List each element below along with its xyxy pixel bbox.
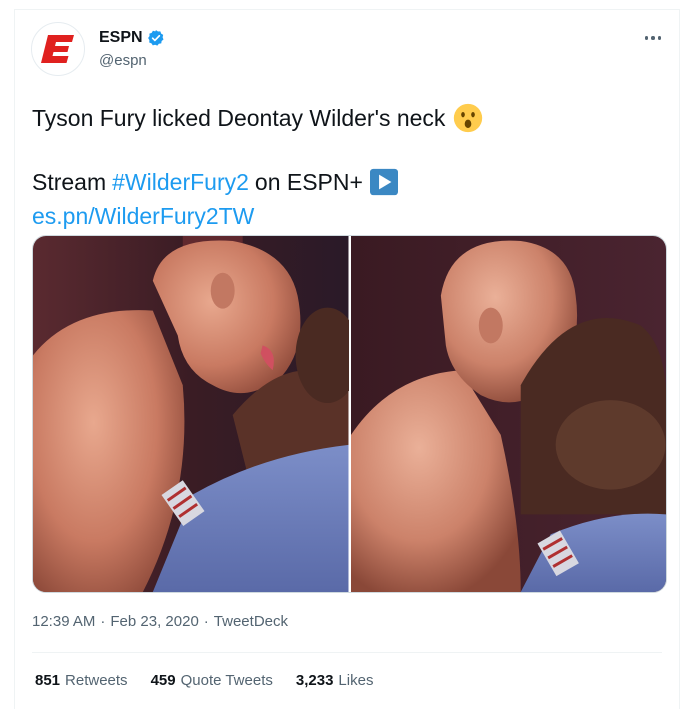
- quote-tweets-count: 459: [150, 672, 176, 689]
- quote-tweets-label: Quote Tweets: [180, 672, 273, 689]
- tweet-metadata: 12:39 AM · Feb 23, 2020 · TweetDeck: [32, 613, 288, 630]
- platform-text: on ESPN+: [254, 169, 363, 195]
- likes-label: Likes: [338, 672, 374, 689]
- verified-badge-icon: [147, 30, 164, 46]
- tweet-text-line-1: Tyson Fury licked Deontay Wilder's neck: [32, 102, 483, 134]
- play-button-emoji-icon: [369, 168, 398, 196]
- tweet-time[interactable]: 12:39 AM: [32, 613, 95, 630]
- media-grid: [32, 235, 667, 593]
- meta-separator: ·: [100, 613, 106, 630]
- more-options-button[interactable]: [641, 28, 665, 48]
- avatar[interactable]: [31, 22, 85, 76]
- tweet-text-line-3: es.pn/WilderFury2TW: [32, 200, 254, 232]
- stream-text: Stream: [32, 169, 107, 195]
- more-dot-icon: [657, 36, 662, 40]
- author-name-row: ESPN: [99, 29, 165, 47]
- more-dot-icon: [644, 36, 649, 40]
- photo-2-image: [350, 236, 666, 592]
- divider: [32, 652, 662, 653]
- quote-tweets-stat[interactable]: 459 Quote Tweets: [151, 672, 273, 689]
- more-dot-icon: [651, 36, 655, 40]
- tweet-source[interactable]: TweetDeck: [214, 613, 288, 630]
- retweets-stat[interactable]: 851 Retweets: [35, 672, 128, 689]
- tweet-date[interactable]: Feb 23, 2020: [110, 613, 198, 630]
- photo-1-image: [33, 236, 349, 592]
- author-handle[interactable]: @espn: [99, 52, 147, 69]
- tweet-card: ESPN @espn Tyson Fury licked Deontay Wil…: [14, 9, 680, 709]
- likes-stat[interactable]: 3,233 Likes: [296, 672, 374, 689]
- display-name[interactable]: ESPN: [99, 29, 143, 47]
- tweet-text-line-2: Stream #WilderFury2 on ESPN+: [32, 166, 399, 198]
- tweet-photo-1[interactable]: [33, 236, 349, 592]
- retweets-count: 851: [35, 672, 61, 689]
- url-link[interactable]: es.pn/WilderFury2TW: [32, 203, 254, 229]
- tweet-text: Tyson Fury licked Deontay Wilder's neck: [32, 105, 446, 131]
- tweet-photo-2[interactable]: [350, 236, 666, 592]
- likes-count: 3,233: [295, 672, 334, 689]
- engagement-stats: 851 Retweets 459 Quote Tweets 3,233 Like…: [35, 672, 373, 689]
- retweets-label: Retweets: [65, 672, 128, 689]
- meta-separator: ·: [203, 613, 209, 630]
- espn-logo-icon: [41, 35, 74, 63]
- hushed-face-emoji-icon: [454, 103, 483, 133]
- hashtag-link[interactable]: #WilderFury2: [112, 166, 249, 198]
